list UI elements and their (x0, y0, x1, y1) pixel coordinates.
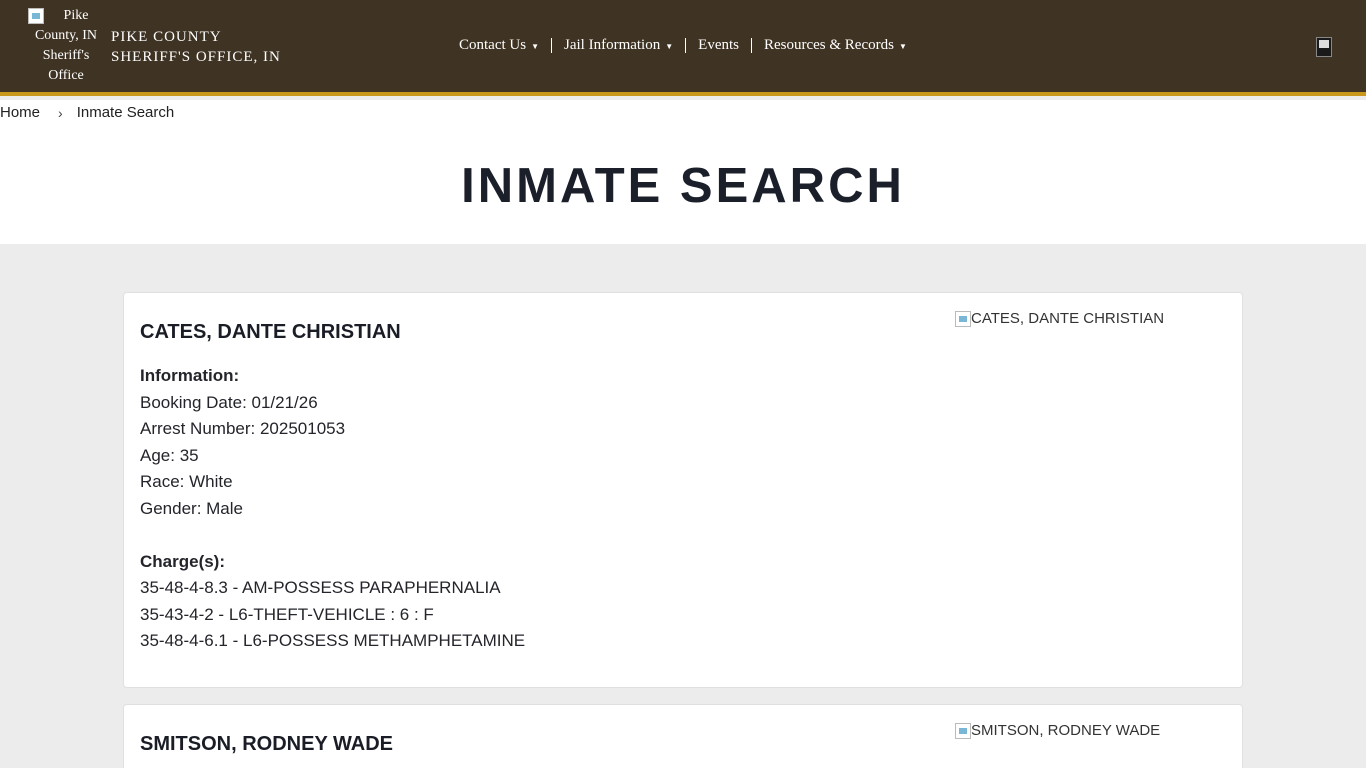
nav-label: Jail Information (564, 36, 661, 53)
caret-down-icon: ▼ (665, 41, 674, 51)
logo-alt-line-2: County, IN (34, 28, 98, 43)
site-header: Pike County, IN Sheriff's Office PIKE CO… (0, 0, 1366, 96)
logo-alt-line-4: Office (48, 68, 84, 83)
information-heading: Information: (140, 366, 240, 385)
gender: Gender: Male (140, 498, 243, 518)
inmate-photo-alt: CATES, DANTE CHRISTIAN (971, 310, 1165, 327)
breadcrumb: Home › Inmate Search (0, 104, 174, 121)
nav-divider (685, 37, 687, 53)
nav-divider (551, 37, 552, 53)
title-band: Home › Inmate Search INMATE SEARCH (0, 100, 1366, 244)
charge-item: 35-43-4-2 - L6-THEFT-VEHICLE : 6 : F (140, 604, 434, 624)
race: Race: White (140, 472, 233, 491)
caret-down-icon: ▼ (531, 41, 539, 51)
nav-label: Events (698, 36, 739, 53)
broken-image-icon (955, 310, 971, 327)
inmate-photo[interactable]: SMITSON, RODNEY WADE (955, 722, 1160, 739)
chevron-right-icon: › (58, 104, 63, 121)
broken-image-icon (955, 722, 971, 739)
caret-down-icon: ▼ (898, 41, 907, 51)
arrest-number: Arrest Number: 202501053 (140, 419, 346, 438)
nav-divider (750, 37, 752, 53)
site-logo[interactable]: Pike County, IN Sheriff's Office (28, 6, 104, 90)
inmate-card: SMITSON, RODNEY WADE SMITSON, RODNEY WAD… (123, 704, 1243, 768)
nav-contact-us[interactable]: Contact Us ▼ (455, 37, 543, 54)
site-name-line-1: PIKE COUNTY (111, 29, 222, 45)
nav-label: Contact Us (459, 36, 527, 53)
nav-jail-information[interactable]: Jail Information ▼ (560, 37, 677, 54)
inmate-name[interactable]: CATES, DANTE CHRISTIAN (140, 321, 401, 344)
booking-date: Booking Date: 01/21/26 (140, 392, 318, 412)
nav-label: Resources & Records (763, 36, 894, 53)
menu-toggle-icon[interactable] (1316, 37, 1332, 57)
inmate-photo-alt: SMITSON, RODNEY WADE (971, 722, 1161, 739)
age: Age: 35 (140, 445, 199, 465)
charges-heading: Charge(s): (140, 551, 226, 571)
nav-events[interactable]: Events (694, 37, 743, 54)
inmate-name[interactable]: SMITSON, RODNEY WADE (140, 733, 393, 756)
inmate-photo[interactable]: CATES, DANTE CHRISTIAN (955, 310, 1164, 327)
inmate-card: CATES, DANTE CHRISTIAN CATES, DANTE CHRI… (123, 292, 1243, 688)
site-name-line-2: SHERIFF'S OFFICE, IN (111, 49, 281, 65)
site-name-link[interactable]: PIKE COUNTY SHERIFF'S OFFICE, IN (111, 27, 311, 67)
charge-item: 35-48-4-8.3 - AM-POSSESS PARAPHERNALIA (140, 578, 501, 597)
inmate-details: Information: Booking Date: 01/21/26 Arre… (140, 363, 525, 655)
page-title: INMATE SEARCH (461, 159, 905, 213)
broken-image-icon (28, 8, 44, 24)
breadcrumb-current: Inmate Search (76, 104, 175, 121)
logo-alt-line-3: Sheriff's (42, 48, 90, 63)
breadcrumb-home[interactable]: Home (0, 104, 40, 121)
nav-resources-records[interactable]: Resources & Records ▼ (760, 37, 911, 54)
main-nav: Contact Us ▼ Jail Information ▼ Events R… (455, 35, 911, 55)
charge-item: 35-48-4-6.1 - L6-POSSESS METHAMPHETAMINE (140, 631, 526, 650)
